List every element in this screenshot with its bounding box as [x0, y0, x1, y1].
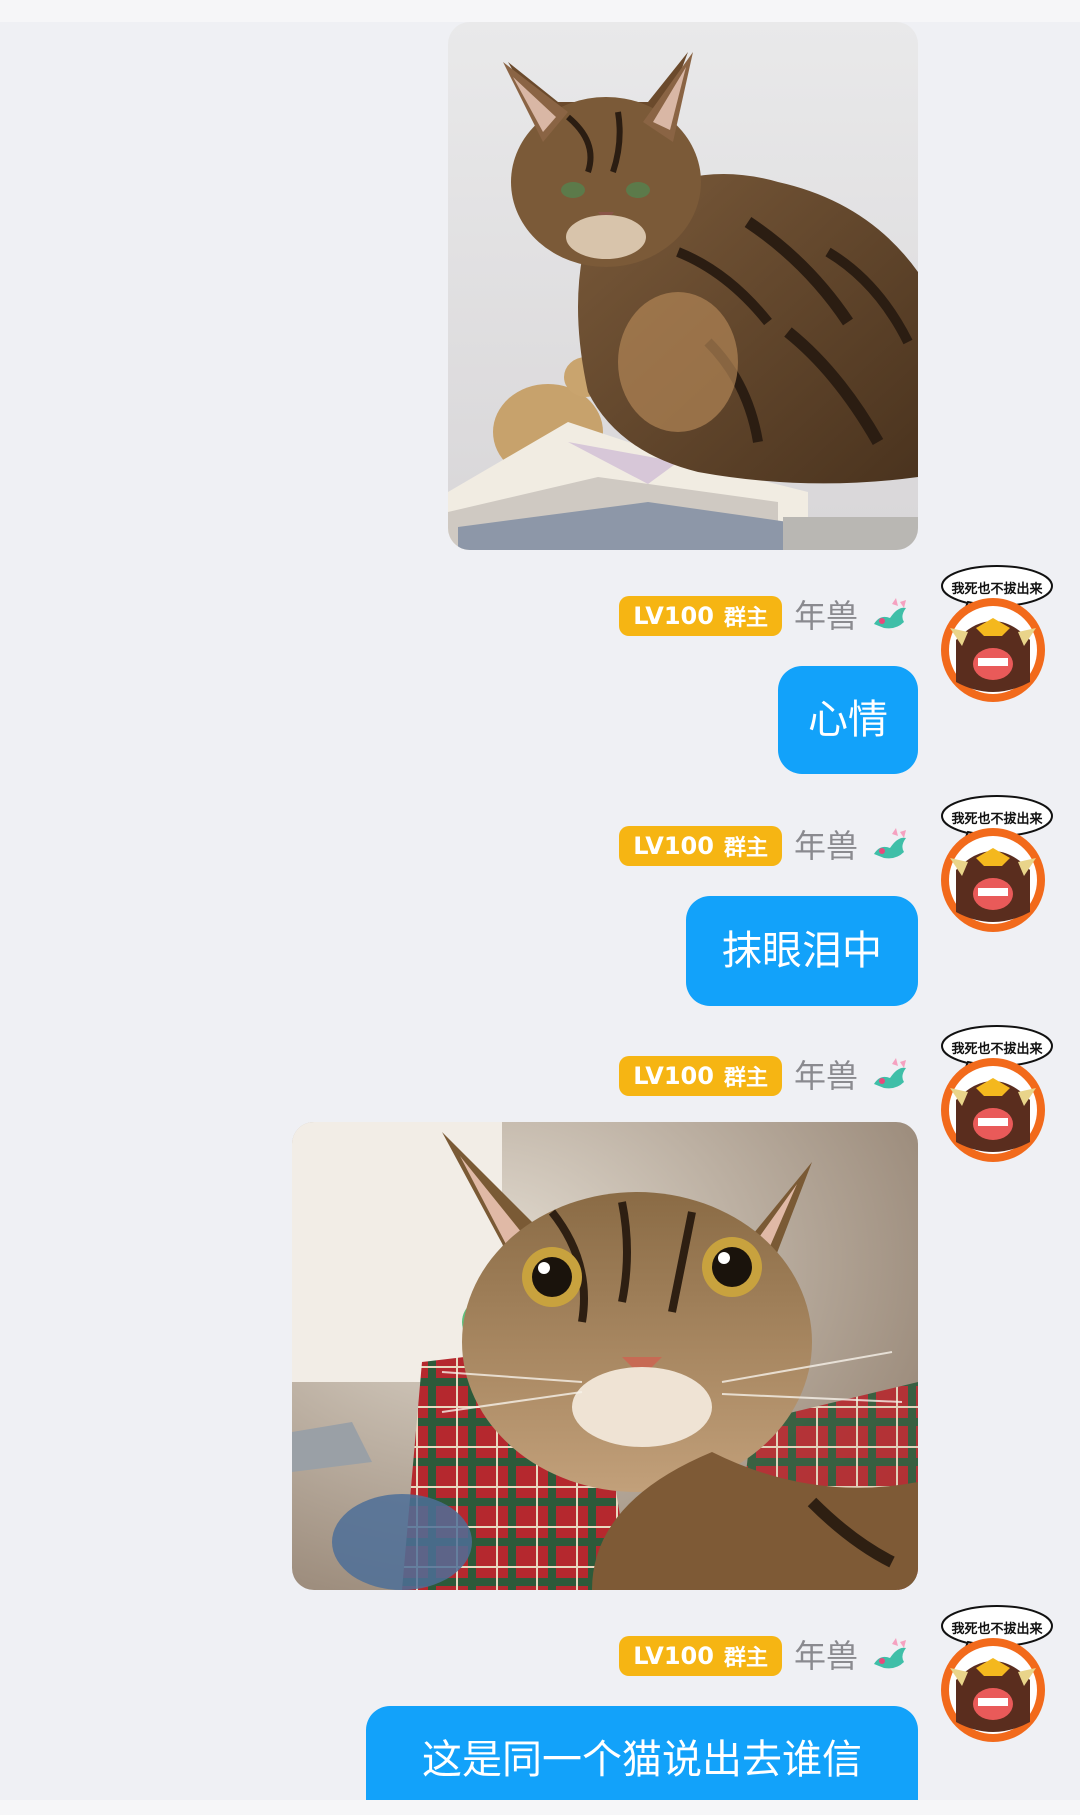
sender-nickname[interactable]: 年兽	[794, 1060, 858, 1092]
avatar-caption: 我死也不拔出来	[951, 582, 1043, 597]
message-header: LV100 群主 年兽	[410, 1634, 910, 1678]
sender-avatar[interactable]: 我死也不拔出来	[938, 562, 1056, 702]
level-badge: LV100 群主	[619, 826, 782, 866]
level-badge: LV100 群主	[619, 596, 782, 636]
dragon-icon	[874, 598, 906, 629]
message-header: LV100 群主 年兽	[410, 1054, 910, 1098]
cat-photo-1	[448, 22, 918, 550]
message-header: LV100 群主 年兽	[410, 594, 910, 638]
message-image[interactable]	[448, 22, 918, 550]
level-badge: LV100 群主	[619, 1636, 782, 1676]
cat-photo-2	[292, 1122, 918, 1590]
dragon-icon	[874, 1638, 906, 1669]
message-bubble[interactable]: 心情	[778, 666, 918, 774]
top-strip	[0, 0, 1080, 22]
message-image[interactable]	[292, 1122, 918, 1590]
level-badge: LV100 群主	[619, 1056, 782, 1096]
dragon-icon	[874, 828, 906, 859]
role-label: 群主	[723, 1646, 768, 1671]
level-label: LV100	[633, 832, 714, 860]
sender-avatar[interactable]: 我死也不拔出来	[938, 792, 1056, 932]
sender-nickname[interactable]: 年兽	[794, 830, 858, 862]
role-label: 群主	[723, 836, 768, 861]
role-label: 群主	[723, 1066, 768, 1091]
avatar-caption: 我死也不拔出来	[951, 1042, 1043, 1057]
message-header: LV100 群主 年兽	[410, 824, 910, 868]
message-bubble[interactable]: 这是同一个猫说出去谁信	[366, 1706, 918, 1814]
sender-avatar[interactable]: 我死也不拔出来	[938, 1602, 1056, 1742]
bottom-strip	[0, 1800, 1080, 1815]
sender-avatar[interactable]: 我死也不拔出来	[938, 1022, 1056, 1162]
level-label: LV100	[633, 1642, 714, 1670]
avatar-caption: 我死也不拔出来	[951, 1622, 1043, 1637]
dragon-icon	[874, 1058, 906, 1089]
message-bubble[interactable]: 抹眼泪中	[686, 896, 918, 1006]
sender-nickname[interactable]: 年兽	[794, 600, 858, 632]
avatar-caption: 我死也不拔出来	[951, 812, 1043, 827]
level-label: LV100	[633, 1062, 714, 1090]
sender-nickname[interactable]: 年兽	[794, 1640, 858, 1672]
level-label: LV100	[633, 602, 714, 630]
role-label: 群主	[723, 606, 768, 631]
